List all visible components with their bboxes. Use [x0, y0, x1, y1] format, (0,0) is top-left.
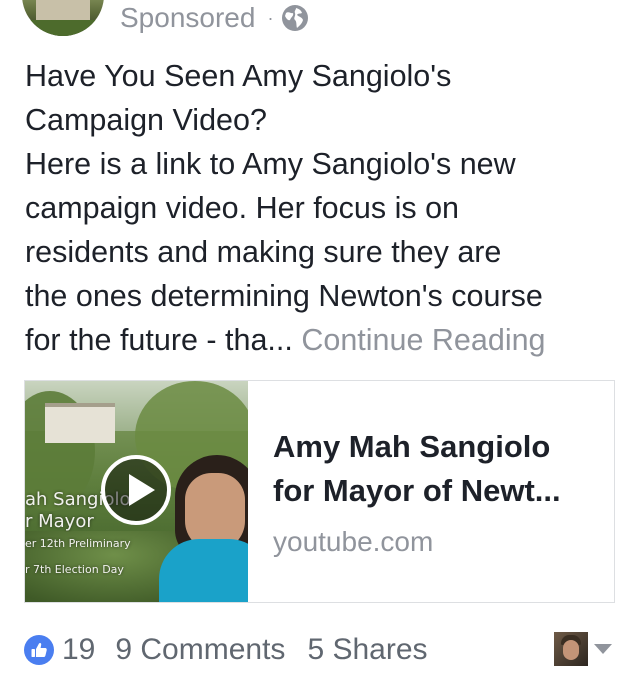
thumbnail-house: [45, 403, 115, 443]
caret-down-icon[interactable]: [594, 644, 612, 654]
user-avatar[interactable]: [554, 632, 588, 666]
play-icon[interactable]: [101, 455, 171, 525]
avatar-lawn: [22, 20, 104, 36]
reactions-bar: 19 9 Comments 5 Shares: [24, 630, 616, 670]
link-domain: youtube.com: [273, 526, 434, 557]
comments-count[interactable]: 9 Comments: [115, 633, 285, 667]
link-preview-card[interactable]: ah Sangiolo r Mayor er 12th Preliminary …: [24, 380, 615, 603]
thumbnail-person-shirt: [159, 539, 248, 602]
link-title: Amy Mah Sangiolo for Mayor of Newt...: [273, 425, 603, 513]
post-text-line: residents and making sure they are: [25, 235, 502, 269]
page-avatar[interactable]: [22, 0, 104, 36]
sponsored-label[interactable]: Sponsored: [120, 2, 255, 34]
continue-reading-link[interactable]: Continue Reading: [301, 323, 545, 357]
like-count[interactable]: 19: [62, 633, 95, 667]
sponsored-post: Sponsored · Have You Seen Amy Sangiolo's…: [0, 0, 640, 675]
meta-separator: ·: [267, 7, 274, 28]
post-text-last-line: for the future - tha... Continue Reading: [25, 318, 625, 362]
thumbnail-caption: r 7th Election Day: [25, 563, 124, 576]
post-text-line: the ones determining Newton's course: [25, 279, 543, 313]
post-text: Have You Seen Amy Sangiolo's Campaign Vi…: [25, 54, 625, 362]
shares-count[interactable]: 5 Shares: [307, 633, 427, 667]
post-text-line: Here is a link to Amy Sangiolo's new: [25, 147, 516, 181]
video-thumbnail[interactable]: ah Sangiolo r Mayor er 12th Preliminary …: [25, 381, 248, 602]
post-as-selector[interactable]: [554, 632, 612, 666]
avatar-face: [563, 640, 579, 660]
link-title-line: Amy Mah Sangiolo: [273, 429, 551, 464]
post-meta: Sponsored ·: [120, 0, 309, 36]
globe-icon: [281, 4, 309, 32]
post-text-line: Have You Seen Amy Sangiolo's: [25, 59, 452, 93]
post-text-line: campaign video. Her focus is on: [25, 191, 459, 225]
thumbs-up-icon[interactable]: [24, 635, 54, 665]
link-info[interactable]: Amy Mah Sangiolo for Mayor of Newt... yo…: [273, 425, 603, 558]
link-title-line: for Mayor of Newt...: [273, 473, 561, 508]
post-text-line: Campaign Video?: [25, 103, 267, 137]
thumbnail-caption: er 12th Preliminary: [25, 537, 131, 550]
post-text-line: for the future - tha...: [25, 323, 302, 357]
